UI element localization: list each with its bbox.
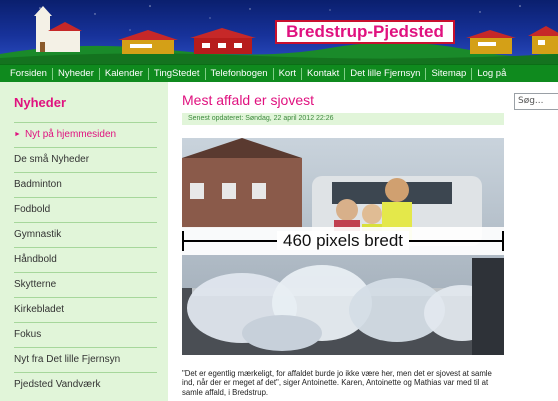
nav-sitemap[interactable]: Sitemap [426, 65, 471, 83]
sidebar-item-skytterne[interactable]: Skytterne [14, 272, 157, 297]
image-width-label-text: 460 pixels bredt [276, 231, 410, 250]
search-input[interactable]: Søg... [514, 93, 558, 110]
nav-forsiden[interactable]: Forsiden [5, 65, 52, 83]
nav-telefonbogen[interactable]: Telefonbogen [206, 65, 273, 83]
sidebar-item-badminton[interactable]: Badminton [14, 172, 157, 197]
site-title[interactable]: Bredstrup-Pjedsted [275, 20, 455, 44]
sidebar-item-label: De små Nyheder [14, 154, 90, 165]
arrow-bullet-icon: ► [14, 131, 21, 138]
sidebar-item-de-smaa-nyheder[interactable]: De små Nyheder [14, 147, 157, 172]
sidebar-item-fokus[interactable]: Fokus [14, 322, 157, 347]
nav-tingstedet[interactable]: TingStedet [149, 65, 205, 83]
main-navigation: Forsiden Nyheder Kalender TingStedet Tel… [0, 64, 558, 82]
sidebar-item-gymnastik[interactable]: Gymnastik [14, 222, 157, 247]
nav-kort[interactable]: Kort [274, 65, 301, 83]
sidebar-item-label: Badminton [14, 179, 62, 190]
sidebar-item-label: Pjedsted Vandværk [14, 379, 101, 390]
image-width-overlay: 460 pixels bredt [182, 227, 504, 255]
sidebar-heading: Nyheder [14, 95, 67, 110]
sidebar-item-nyt-fra-det-lille-fjernsyn[interactable]: Nyt fra Det lille Fjernsyn [14, 347, 157, 372]
sidebar-item-label: Kirkebladet [14, 304, 65, 315]
nav-kontakt[interactable]: Kontakt [302, 65, 344, 83]
sidebar: Nyheder ► Nyt på hjemmesiden De små Nyhed… [0, 82, 168, 401]
main-content: Mest affald er sjovest Senest opdateret:… [168, 82, 504, 401]
nav-det-lille-fjernsyn[interactable]: Det lille Fjernsyn [345, 65, 425, 83]
sidebar-item-nyt-paa-hjemmesiden[interactable]: ► Nyt på hjemmesiden [14, 122, 157, 147]
sidebar-item-label: Fodbold [14, 204, 51, 215]
sidebar-item-label: Skytterne [14, 279, 57, 290]
article-body: "Det er egentlig mærkeligt, for affaldet… [182, 369, 492, 397]
article-title[interactable]: Mest affald er sjovest [182, 92, 314, 108]
sidebar-item-pjedsted-vandvaerk[interactable]: Pjedsted Vandværk [14, 372, 157, 397]
sidebar-item-label: Gymnastik [14, 229, 62, 240]
sidebar-item-haandbold[interactable]: Håndbold [14, 247, 157, 272]
nav-log-paa[interactable]: Log på [472, 65, 511, 83]
sidebar-item-kirkebladet[interactable]: Kirkebladet [14, 297, 157, 322]
sidebar-item-label: Nyt fra Det lille Fjernsyn [14, 354, 121, 365]
site-header-banner: Bredstrup-Pjedsted [0, 0, 558, 64]
article-photo: 460 pixels bredt [182, 138, 504, 355]
image-width-label: 460 pixels bredt [182, 230, 504, 252]
sidebar-item-fodbold[interactable]: Fodbold [14, 197, 157, 222]
right-column: Søg... [504, 82, 558, 401]
nav-kalender[interactable]: Kalender [100, 65, 148, 83]
nav-nyheder[interactable]: Nyheder [53, 65, 99, 83]
sidebar-item-label: Håndbold [14, 254, 57, 265]
sidebar-item-label: Fokus [14, 329, 42, 340]
sidebar-item-label: Nyt på hjemmesiden [24, 129, 117, 140]
last-updated-bar: Senest opdateret: Søndag, 22 april 2012 … [182, 113, 504, 125]
